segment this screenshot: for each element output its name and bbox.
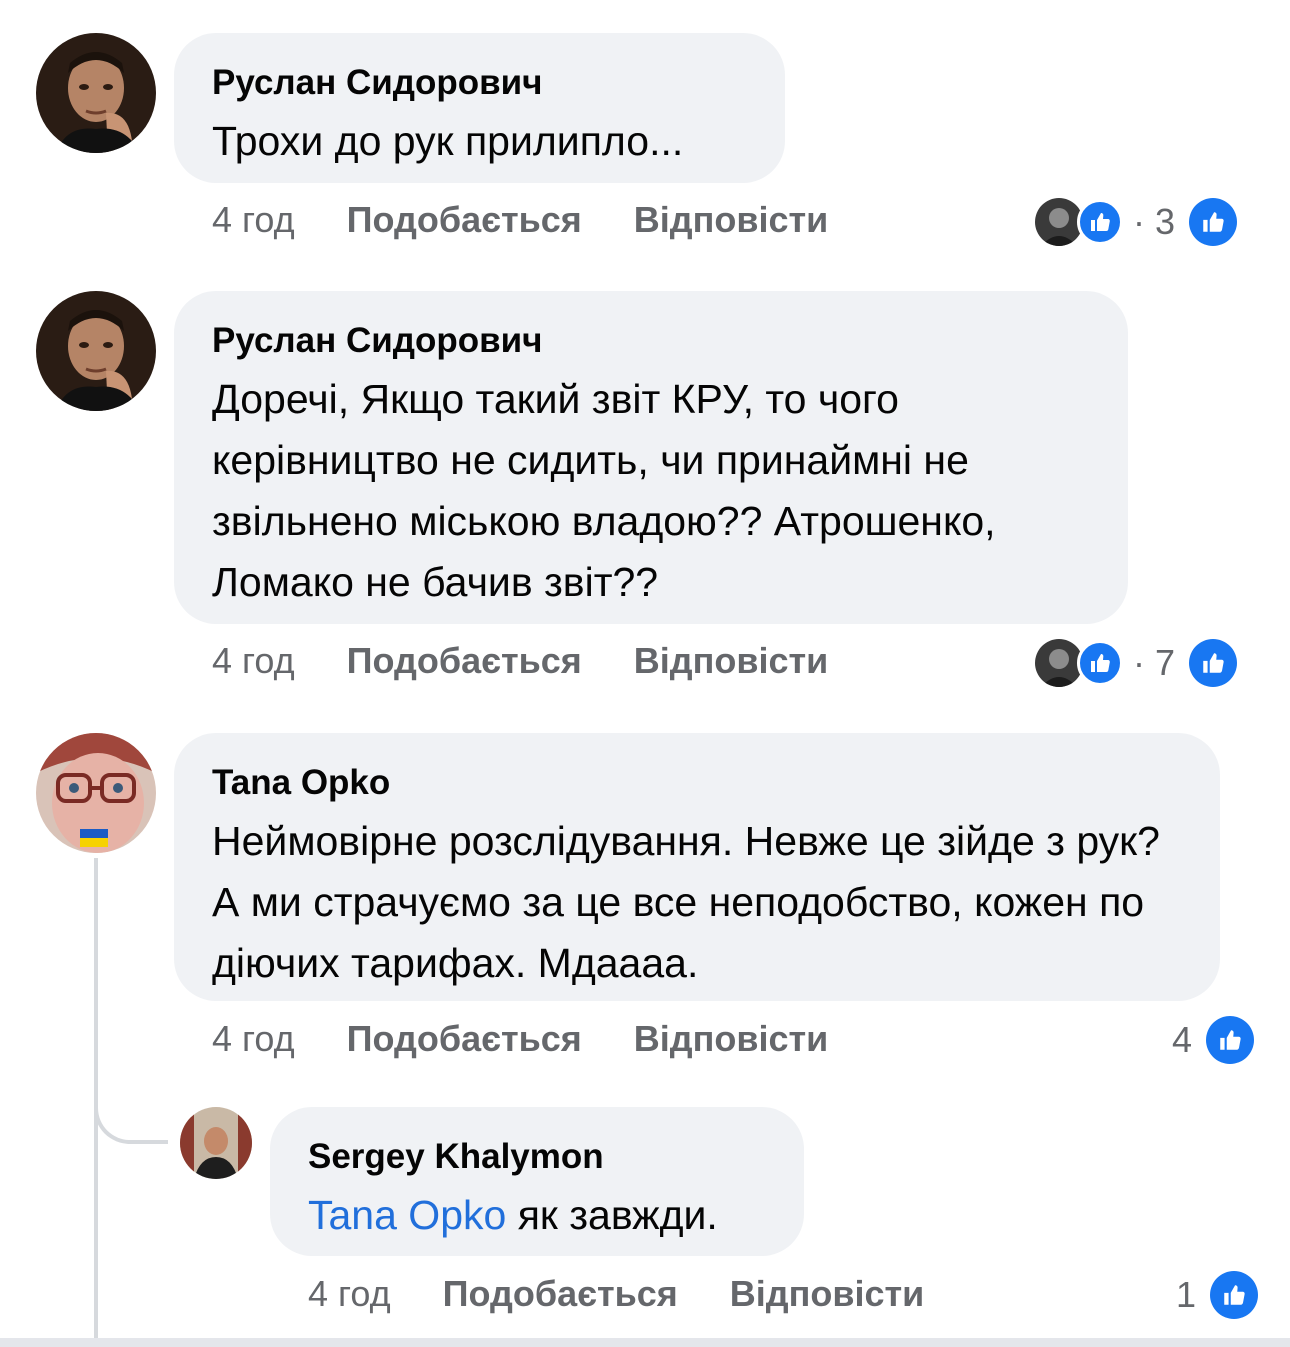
comment-time[interactable]: 4 год (212, 199, 295, 241)
comment-author[interactable]: Руслан Сидорович (212, 61, 747, 105)
comment-bubble: Руслан Сидорович Трохи до рук прилипло..… (174, 33, 785, 183)
like-button[interactable]: Подобається (347, 199, 582, 241)
man-avatar-image (36, 291, 156, 411)
avatar[interactable] (36, 733, 156, 853)
comment-text: Трохи до рук прилипло... (212, 118, 684, 164)
comment-bubble: Руслан Сидорович Доречі, Якщо такий звіт… (174, 291, 1128, 624)
comment-author[interactable]: Tana Opko (212, 761, 1182, 805)
reactor-avatar (1035, 639, 1083, 687)
reply-button[interactable]: Відповісти (634, 640, 829, 682)
reaction-separator: · (1133, 201, 1145, 242)
comment-actions: 4 год Подобається Відповісти (212, 631, 880, 691)
comment-time[interactable]: 4 год (212, 640, 295, 682)
like-button[interactable]: Подобається (443, 1273, 678, 1315)
bottom-divider (0, 1338, 1290, 1347)
comment-bubble: Sergey Khalymon Tana Opko як завжди. (270, 1107, 804, 1256)
like-button[interactable]: Подобається (347, 640, 582, 682)
comment-author[interactable]: Руслан Сидорович (212, 319, 1090, 363)
comment-author[interactable]: Sergey Khalymon (308, 1135, 766, 1179)
like-reaction-icon[interactable] (1189, 639, 1238, 687)
reactor-avatar (1035, 198, 1083, 246)
reply-button[interactable]: Відповісти (634, 1018, 829, 1060)
reaction-count: 7 (1155, 642, 1176, 683)
reaction-summary[interactable]: 4 (1168, 1010, 1255, 1070)
reaction-count: 4 (1172, 1019, 1193, 1060)
like-reaction-icon[interactable] (1206, 1016, 1255, 1064)
comment-text: Доречі, Якщо такий звіт КРУ, то чого кер… (212, 376, 996, 605)
thread-connector (94, 1088, 168, 1144)
comment-actions: 4 год Подобається Відповісти (212, 1009, 880, 1069)
comment-bubble: Tana Opko Неймовірне розслідування. Невж… (174, 733, 1220, 1001)
man-avatar-image (180, 1107, 252, 1179)
like-reaction-icon[interactable] (1210, 1271, 1259, 1319)
reaction-summary[interactable]: · 7 (1035, 633, 1238, 693)
comment-time[interactable]: 4 год (308, 1273, 391, 1315)
reaction-summary[interactable]: · 3 (1035, 192, 1238, 252)
reaction-separator: · (1133, 642, 1145, 683)
avatar[interactable] (180, 1107, 252, 1179)
reaction-count: 3 (1155, 201, 1176, 242)
reaction-count: 1 (1176, 1274, 1197, 1315)
mention-link[interactable]: Tana Opko (308, 1192, 506, 1238)
reaction-summary[interactable]: 1 (1172, 1265, 1259, 1325)
like-icon (1077, 640, 1123, 686)
avatar[interactable] (36, 291, 156, 411)
man-avatar-image (36, 33, 156, 153)
comment-text: Неймовірне розслідування. Невже це зійде… (212, 818, 1160, 986)
reply-button[interactable]: Відповісти (730, 1273, 925, 1315)
like-icon (1077, 199, 1123, 245)
comment-actions: 4 год Подобається Відповісти (212, 190, 880, 250)
like-reaction-icon[interactable] (1189, 198, 1238, 246)
woman-avatar-image (36, 733, 156, 853)
comment-text-body: як завжди. (506, 1192, 718, 1238)
comment-actions: 4 год Подобається Відповісти (308, 1264, 976, 1324)
comment-text: Tana Opko як завжди. (308, 1185, 766, 1246)
comment-time[interactable]: 4 год (212, 1018, 295, 1060)
reply-button[interactable]: Відповісти (634, 199, 829, 241)
like-button[interactable]: Подобається (347, 1018, 582, 1060)
avatar[interactable] (36, 33, 156, 153)
